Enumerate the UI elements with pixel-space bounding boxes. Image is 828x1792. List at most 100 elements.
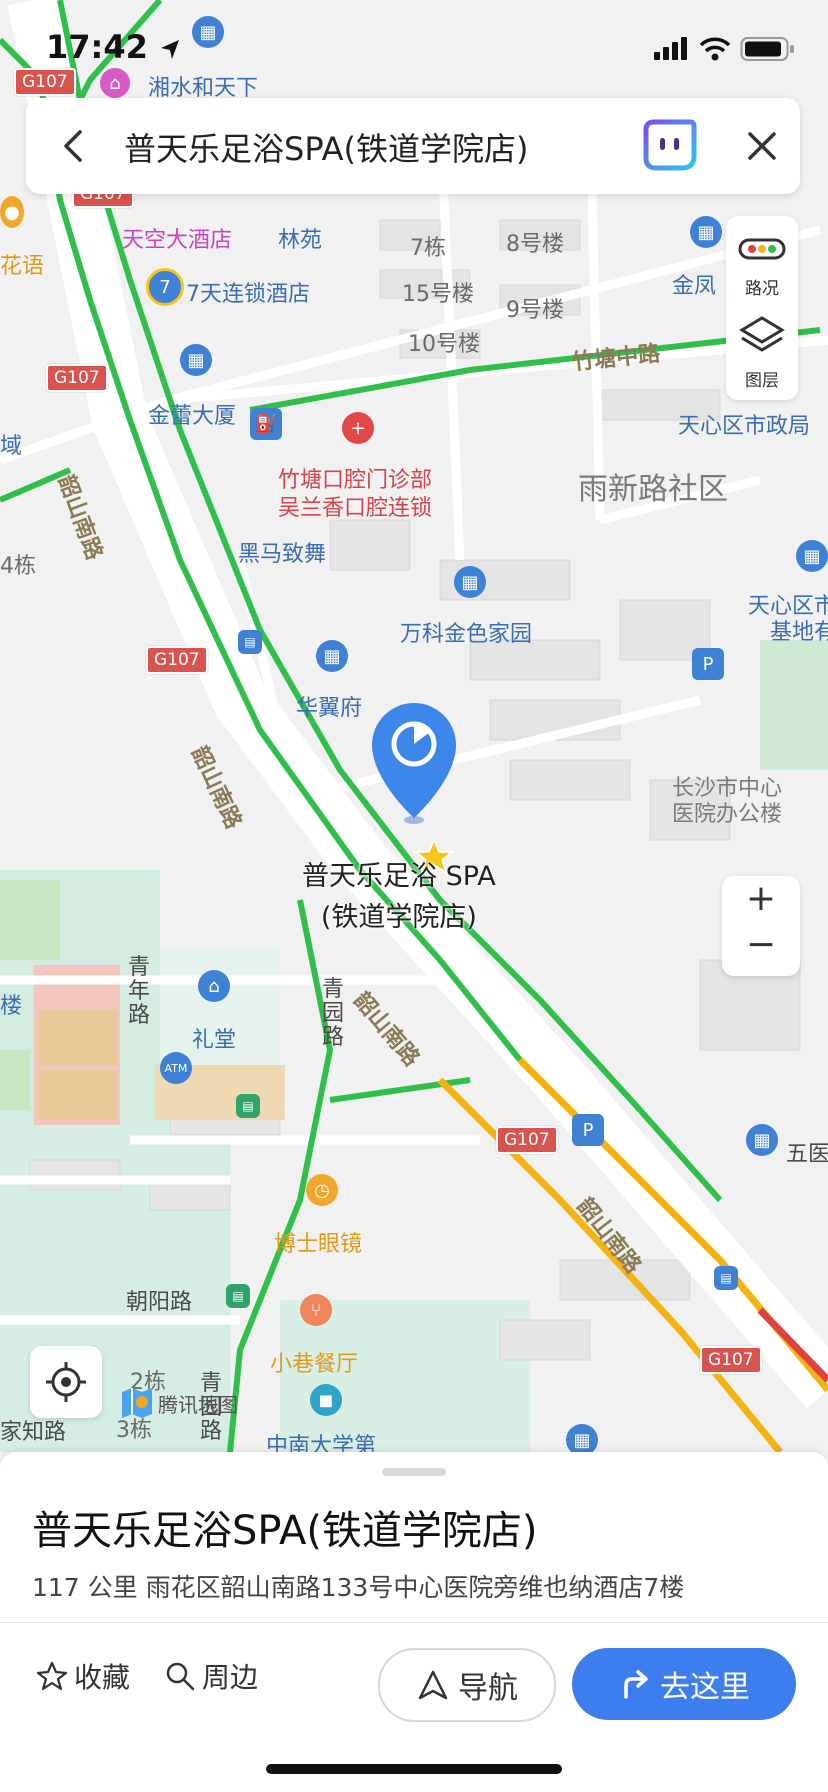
road-shield-g107: G107 <box>496 1126 558 1154</box>
parking-icon[interactable]: P <box>572 1114 604 1146</box>
map-label: 吴兰香口腔连锁 <box>278 496 433 521</box>
optical-store-icon[interactable]: ◷ <box>306 1174 338 1206</box>
map-label: 花语 <box>0 254 45 279</box>
favorite-label: 收藏 <box>74 1661 131 1694</box>
zoom-in-button[interactable]: + <box>722 878 800 919</box>
parking-icon[interactable]: P <box>692 648 724 680</box>
map-label: 华翼府 <box>296 696 363 721</box>
bus-stop-icon[interactable]: ▤ <box>226 1284 250 1308</box>
place-name: 普天乐足浴SPA(铁道学院店) <box>32 1508 538 1554</box>
navigate-label: 导航 <box>458 1671 518 1706</box>
road-shield-g107: G107 <box>46 364 108 392</box>
hotel-chain-icon[interactable]: 7 <box>146 268 184 306</box>
go-here-button[interactable]: 去这里 <box>572 1648 796 1720</box>
tencent-map-logo-icon <box>122 1388 152 1418</box>
map-label: 域 <box>0 434 23 459</box>
restaurant-icon[interactable]: ⑂ <box>300 1294 332 1326</box>
sheet-drag-handle[interactable] <box>382 1468 446 1476</box>
atm-icon[interactable]: ATM <box>160 1052 192 1084</box>
search-query-text[interactable]: 普天乐足浴SPA(铁道学院店) <box>124 124 528 170</box>
map-label: 天心区市政局 <box>678 414 811 439</box>
crosshair-icon <box>46 1362 86 1402</box>
back-arrow-icon[interactable] <box>56 126 96 166</box>
map-label: 五医 <box>786 1142 828 1167</box>
close-icon[interactable] <box>744 128 780 164</box>
selected-poi-line2: (铁道学院店) <box>320 902 477 933</box>
bus-stop-icon[interactable]: ▤ <box>236 1094 260 1118</box>
map-logo: 腾讯地图 <box>118 1386 238 1420</box>
map-label: 医院办公楼 <box>672 802 783 827</box>
bus-stop-icon[interactable]: ▤ <box>714 1266 738 1290</box>
map-logo-text: 腾讯地图 <box>158 1392 238 1417</box>
wifi-icon <box>699 37 731 61</box>
clinic-icon[interactable]: + <box>342 412 374 444</box>
battery-icon <box>740 37 794 61</box>
map-label: 万科金色家园 <box>400 622 533 647</box>
layers-button[interactable]: 图层 <box>726 308 798 400</box>
place-detail-sheet[interactable]: 普天乐足浴SPA(铁道学院店) 117 公里 雨花区韶山南路133号中心医院旁维… <box>0 1452 828 1792</box>
map-label: 10号楼 <box>408 332 480 357</box>
go-here-label: 去这里 <box>660 1670 750 1705</box>
university-icon[interactable]: ◼ <box>310 1384 342 1416</box>
home-indicator[interactable] <box>266 1764 562 1774</box>
traffic-light-icon <box>738 238 786 260</box>
map-label: 中南大学第 <box>266 1434 377 1452</box>
divider <box>0 1622 828 1623</box>
map-label: 7栋 <box>410 236 446 261</box>
map-label: 7天连锁酒店 <box>186 282 310 307</box>
hall-icon[interactable]: ⌂ <box>198 970 230 1002</box>
building-icon[interactable]: ▦ <box>746 1124 778 1156</box>
selected-poi-label[interactable]: 普天乐足浴 SPA (铁道学院店) <box>302 854 496 934</box>
gas-station-icon[interactable]: ⛽ <box>250 408 282 440</box>
zoom-out-button[interactable]: − <box>722 924 800 965</box>
road-label: 家知路 <box>0 1420 67 1445</box>
map-label: 小巷餐厅 <box>270 1352 359 1377</box>
nearby-label: 周边 <box>202 1661 259 1694</box>
navigation-arrow-icon <box>418 1670 448 1700</box>
favorite-button[interactable]: 收藏 <box>36 1656 130 1696</box>
building-icon[interactable]: ▦ <box>690 216 722 248</box>
road-shield-g107: G107 <box>700 1346 762 1374</box>
building-icon[interactable]: ▦ <box>796 540 828 572</box>
layers-icon <box>739 316 785 352</box>
search-bar[interactable]: 普天乐足浴SPA(铁道学院店) <box>26 98 800 194</box>
road-label: 青园路 <box>322 977 345 1050</box>
residence-icon[interactable]: ▦ <box>454 566 486 598</box>
office-icon[interactable]: ▦ <box>180 344 212 376</box>
search-icon <box>166 1662 195 1691</box>
map-label: 15号楼 <box>402 282 474 307</box>
bus-stop-icon[interactable]: ▤ <box>238 630 262 654</box>
map-label: 林苑 <box>278 228 323 253</box>
traffic-button[interactable]: 路况 <box>726 216 798 308</box>
nearby-button[interactable]: 周边 <box>164 1656 258 1696</box>
status-time: 17:42 <box>46 28 181 66</box>
shop-icon[interactable]: ● <box>0 196 24 228</box>
road-shield-g107: G107 <box>146 646 208 674</box>
building-icon[interactable]: ▦ <box>566 1424 598 1452</box>
navigate-button[interactable]: 导航 <box>378 1648 556 1722</box>
road-label: 青年路 <box>128 955 151 1028</box>
zoom-control: + − <box>722 876 800 976</box>
map-label: 礼堂 <box>192 1028 237 1053</box>
map-label: 博士眼镜 <box>274 1232 363 1257</box>
map-label: 基地有 <box>770 620 828 645</box>
map-label: 4栋 <box>0 554 36 579</box>
road-label: 朝阳路 <box>126 1290 193 1315</box>
apartment-icon[interactable]: ▦ <box>316 640 348 672</box>
traffic-label: 路况 <box>745 279 779 299</box>
map-label: 雨新路社区 <box>578 472 728 507</box>
locate-me-button[interactable] <box>30 1346 102 1418</box>
assistant-icon[interactable] <box>640 116 698 174</box>
map-label: 黑马致舞 <box>238 542 327 567</box>
map-view[interactable]: ▦ ⌂ 7 ▦ ⛽ + ▦ ▦ P ▦ ▦ ⌂ ATM P ▦ ◷ ⑂ ◼ ▦ … <box>0 0 828 1452</box>
map-label: 金凤 <box>672 274 717 299</box>
map-label: 8号楼 <box>506 232 564 257</box>
place-distance-address: 117 公里 雨花区韶山南路133号中心医院旁维也纳酒店7楼 <box>32 1573 685 1602</box>
turn-right-arrow-icon <box>624 1670 648 1699</box>
status-time-text: 17:42 <box>46 28 148 66</box>
map-label: 9号楼 <box>506 298 564 323</box>
map-layer-controls: 路况 图层 <box>726 216 798 400</box>
star-outline-icon <box>36 1661 68 1691</box>
location-arrow-icon <box>161 40 179 59</box>
cellular-signal-icon <box>654 37 687 60</box>
